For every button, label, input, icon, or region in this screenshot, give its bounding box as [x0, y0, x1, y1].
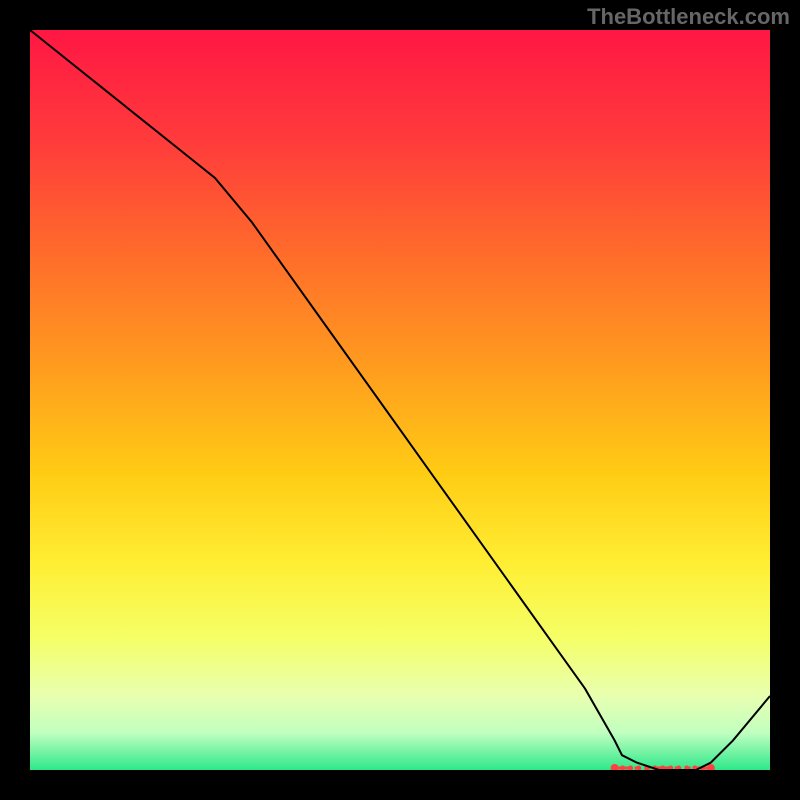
chart-area [30, 30, 770, 770]
watermark-text: TheBottleneck.com [587, 4, 790, 30]
chart-svg [30, 30, 770, 770]
chart-background [30, 30, 770, 770]
